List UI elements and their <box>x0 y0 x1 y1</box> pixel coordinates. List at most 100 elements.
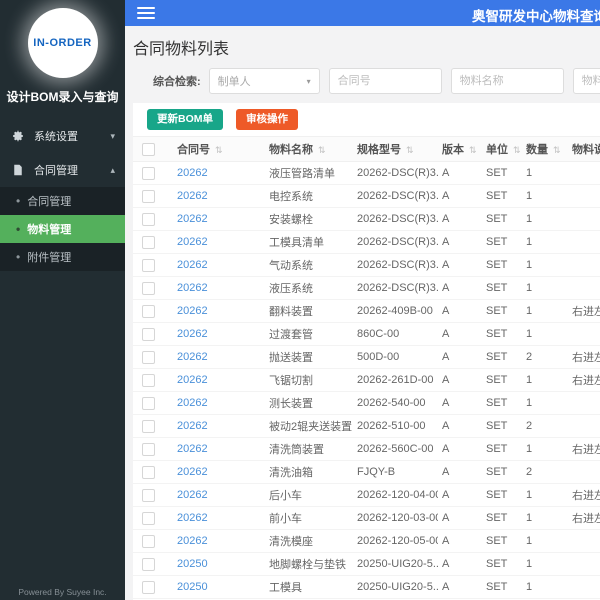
contract-no-cell: 20262 <box>173 322 265 346</box>
contract-no-link[interactable]: 20262 <box>177 305 208 317</box>
contract-no-cell: 20262 <box>173 437 265 461</box>
contract-no-link[interactable]: 20262 <box>177 512 208 524</box>
column-header[interactable]: 物料说明⇅ <box>568 136 600 162</box>
spec-model-cell: 20262-510-00 <box>353 414 438 438</box>
material-name-cell: 地脚螺栓与垫铁 <box>265 552 353 576</box>
quantity-cell: 2 <box>522 345 568 369</box>
spec-model-cell: 500D-00 <box>353 345 438 369</box>
contract-no-link[interactable]: 20262 <box>177 397 208 409</box>
sidebar-item-contract-mgmt-sub[interactable]: • 合同管理 <box>0 187 125 215</box>
row-checkbox[interactable] <box>142 419 155 433</box>
material-name-input[interactable] <box>450 68 564 94</box>
material-note-cell <box>568 575 600 599</box>
sidebar-item-contract-management[interactable]: 合同管理 ▴ <box>0 153 125 187</box>
table-row: 20262 清洗筒装置20262-560C-00ASET1右进左出 <box>133 437 600 461</box>
row-checkbox[interactable] <box>142 258 155 272</box>
row-checkbox[interactable] <box>142 189 155 203</box>
table-panel: 更新BOM单 审核操作 合同号⇅物料名称⇅规格型号⇅版本⇅单位⇅数量⇅物料说明⇅… <box>133 103 600 600</box>
material-note-cell <box>568 253 600 277</box>
spec-model-cell: FJQY-B <box>353 460 438 484</box>
contract-no-link[interactable]: 20262 <box>177 374 208 386</box>
contract-no-link[interactable]: 20262 <box>177 282 208 294</box>
contract-no-link[interactable]: 20250 <box>177 558 208 570</box>
quantity-cell: 1 <box>522 391 568 415</box>
sidebar-item-system-settings[interactable]: 系统设置 ▾ <box>0 119 125 153</box>
row-checkbox[interactable] <box>142 396 155 410</box>
material-spec-input[interactable] <box>572 68 600 94</box>
row-checkbox[interactable] <box>142 465 155 479</box>
unit-cell: SET <box>482 207 522 231</box>
column-header[interactable]: 合同号 ⇅ <box>173 136 265 162</box>
material-note-cell: 右进左出 <box>568 483 600 507</box>
column-header[interactable]: 单位 ⇅ <box>482 136 522 162</box>
unit-cell: SET <box>482 276 522 300</box>
row-checkbox[interactable] <box>142 327 155 341</box>
contract-no-link[interactable]: 20262 <box>177 236 208 248</box>
version-cell: A <box>438 460 482 484</box>
row-checkbox[interactable] <box>142 373 155 387</box>
column-header[interactable]: 规格型号 ⇅ <box>353 136 438 162</box>
sidebar-item-material-mgmt[interactable]: • 物料管理 <box>0 215 125 243</box>
contract-no-link[interactable]: 20262 <box>177 535 208 547</box>
row-checkbox[interactable] <box>142 350 155 364</box>
row-checkbox[interactable] <box>142 212 155 226</box>
row-checkbox[interactable] <box>142 166 155 180</box>
quantity-cell: 1 <box>522 184 568 208</box>
sort-icon: ⇅ <box>318 145 326 155</box>
contract-no-cell: 20262 <box>173 529 265 553</box>
contract-no-link[interactable]: 20262 <box>177 190 208 202</box>
select-all-checkbox[interactable] <box>142 142 155 156</box>
update-bom-button[interactable]: 更新BOM单 <box>147 109 223 130</box>
table-row: 20262 清洗油箱 FJQY-B A SET 2 <box>133 460 600 484</box>
contract-no-link[interactable]: 20262 <box>177 420 208 432</box>
row-checkbox[interactable] <box>142 557 155 571</box>
row-checkbox[interactable] <box>142 511 155 525</box>
row-checkbox[interactable] <box>142 304 155 318</box>
main-content: 合同物料列表 综合检索: 制单人 ▾ 更新BOM单 审核操作 合同号⇅物料名称⇅… <box>125 26 600 600</box>
spec-model-cell: 20262-560C-00 <box>353 437 438 461</box>
contract-no-link[interactable]: 20250 <box>177 581 208 593</box>
contract-no-input[interactable] <box>328 68 442 94</box>
material-name-cell: 翻料装置 <box>265 299 353 323</box>
table-row: 20262 飞锯切割20262-261D-00ASET1右进左出 <box>133 368 600 392</box>
row-checkbox[interactable] <box>142 442 155 456</box>
contract-no-link[interactable]: 20262 <box>177 259 208 271</box>
quantity-cell: 1 <box>522 230 568 254</box>
contract-no-link[interactable]: 20262 <box>177 489 208 501</box>
contract-no-link[interactable]: 20262 <box>177 351 208 363</box>
contract-no-link[interactable]: 20262 <box>177 328 208 340</box>
contract-no-link[interactable]: 20262 <box>177 466 208 478</box>
version-cell: A <box>438 161 482 185</box>
contract-no-link[interactable]: 20262 <box>177 443 208 455</box>
material-name-cell: 过渡套管 <box>265 322 353 346</box>
material-name-cell: 清洗筒装置 <box>265 437 353 461</box>
material-note-cell <box>568 460 600 484</box>
submenu-item-label: 附件管理 <box>27 252 72 264</box>
material-note-cell: 右进左出 <box>568 437 600 461</box>
bullet-icon: • <box>16 194 21 208</box>
hamburger-menu-icon[interactable] <box>137 7 155 22</box>
table-row: 20262 工模具清单 20262-DSC(R)3... A SET 1 <box>133 230 600 254</box>
audit-button[interactable]: 审核操作 <box>236 109 299 130</box>
spec-model-cell: 20262-DSC(R)3... <box>353 161 438 185</box>
row-checkbox[interactable] <box>142 281 155 295</box>
contract-no-link[interactable]: 20262 <box>177 213 208 225</box>
sort-icon: ⇅ <box>215 145 223 155</box>
quantity-cell: 1 <box>522 276 568 300</box>
column-header[interactable]: 数量 ⇅ <box>522 136 568 162</box>
material-note-cell: 右进左出 <box>568 506 600 530</box>
spec-model-cell: 20262-DSC(R)3... <box>353 276 438 300</box>
material-name-cell: 气动系统 <box>265 253 353 277</box>
maker-select[interactable]: 制单人 ▾ <box>208 68 320 94</box>
row-checkbox[interactable] <box>142 580 155 594</box>
column-header[interactable]: 版本 ⇅ <box>438 136 482 162</box>
row-checkbox[interactable] <box>142 235 155 249</box>
quantity-cell: 1 <box>522 299 568 323</box>
row-checkbox[interactable] <box>142 534 155 548</box>
row-checkbox[interactable] <box>142 488 155 502</box>
sidebar-item-attachment-mgmt[interactable]: • 附件管理 <box>0 243 125 271</box>
contract-no-cell: 20262 <box>173 184 265 208</box>
column-header[interactable]: 物料名称 ⇅ <box>265 136 353 162</box>
table-row: 20262 清洗模座 20262-120-05-00 A SET 1 <box>133 529 600 553</box>
contract-no-link[interactable]: 20262 <box>177 167 208 179</box>
